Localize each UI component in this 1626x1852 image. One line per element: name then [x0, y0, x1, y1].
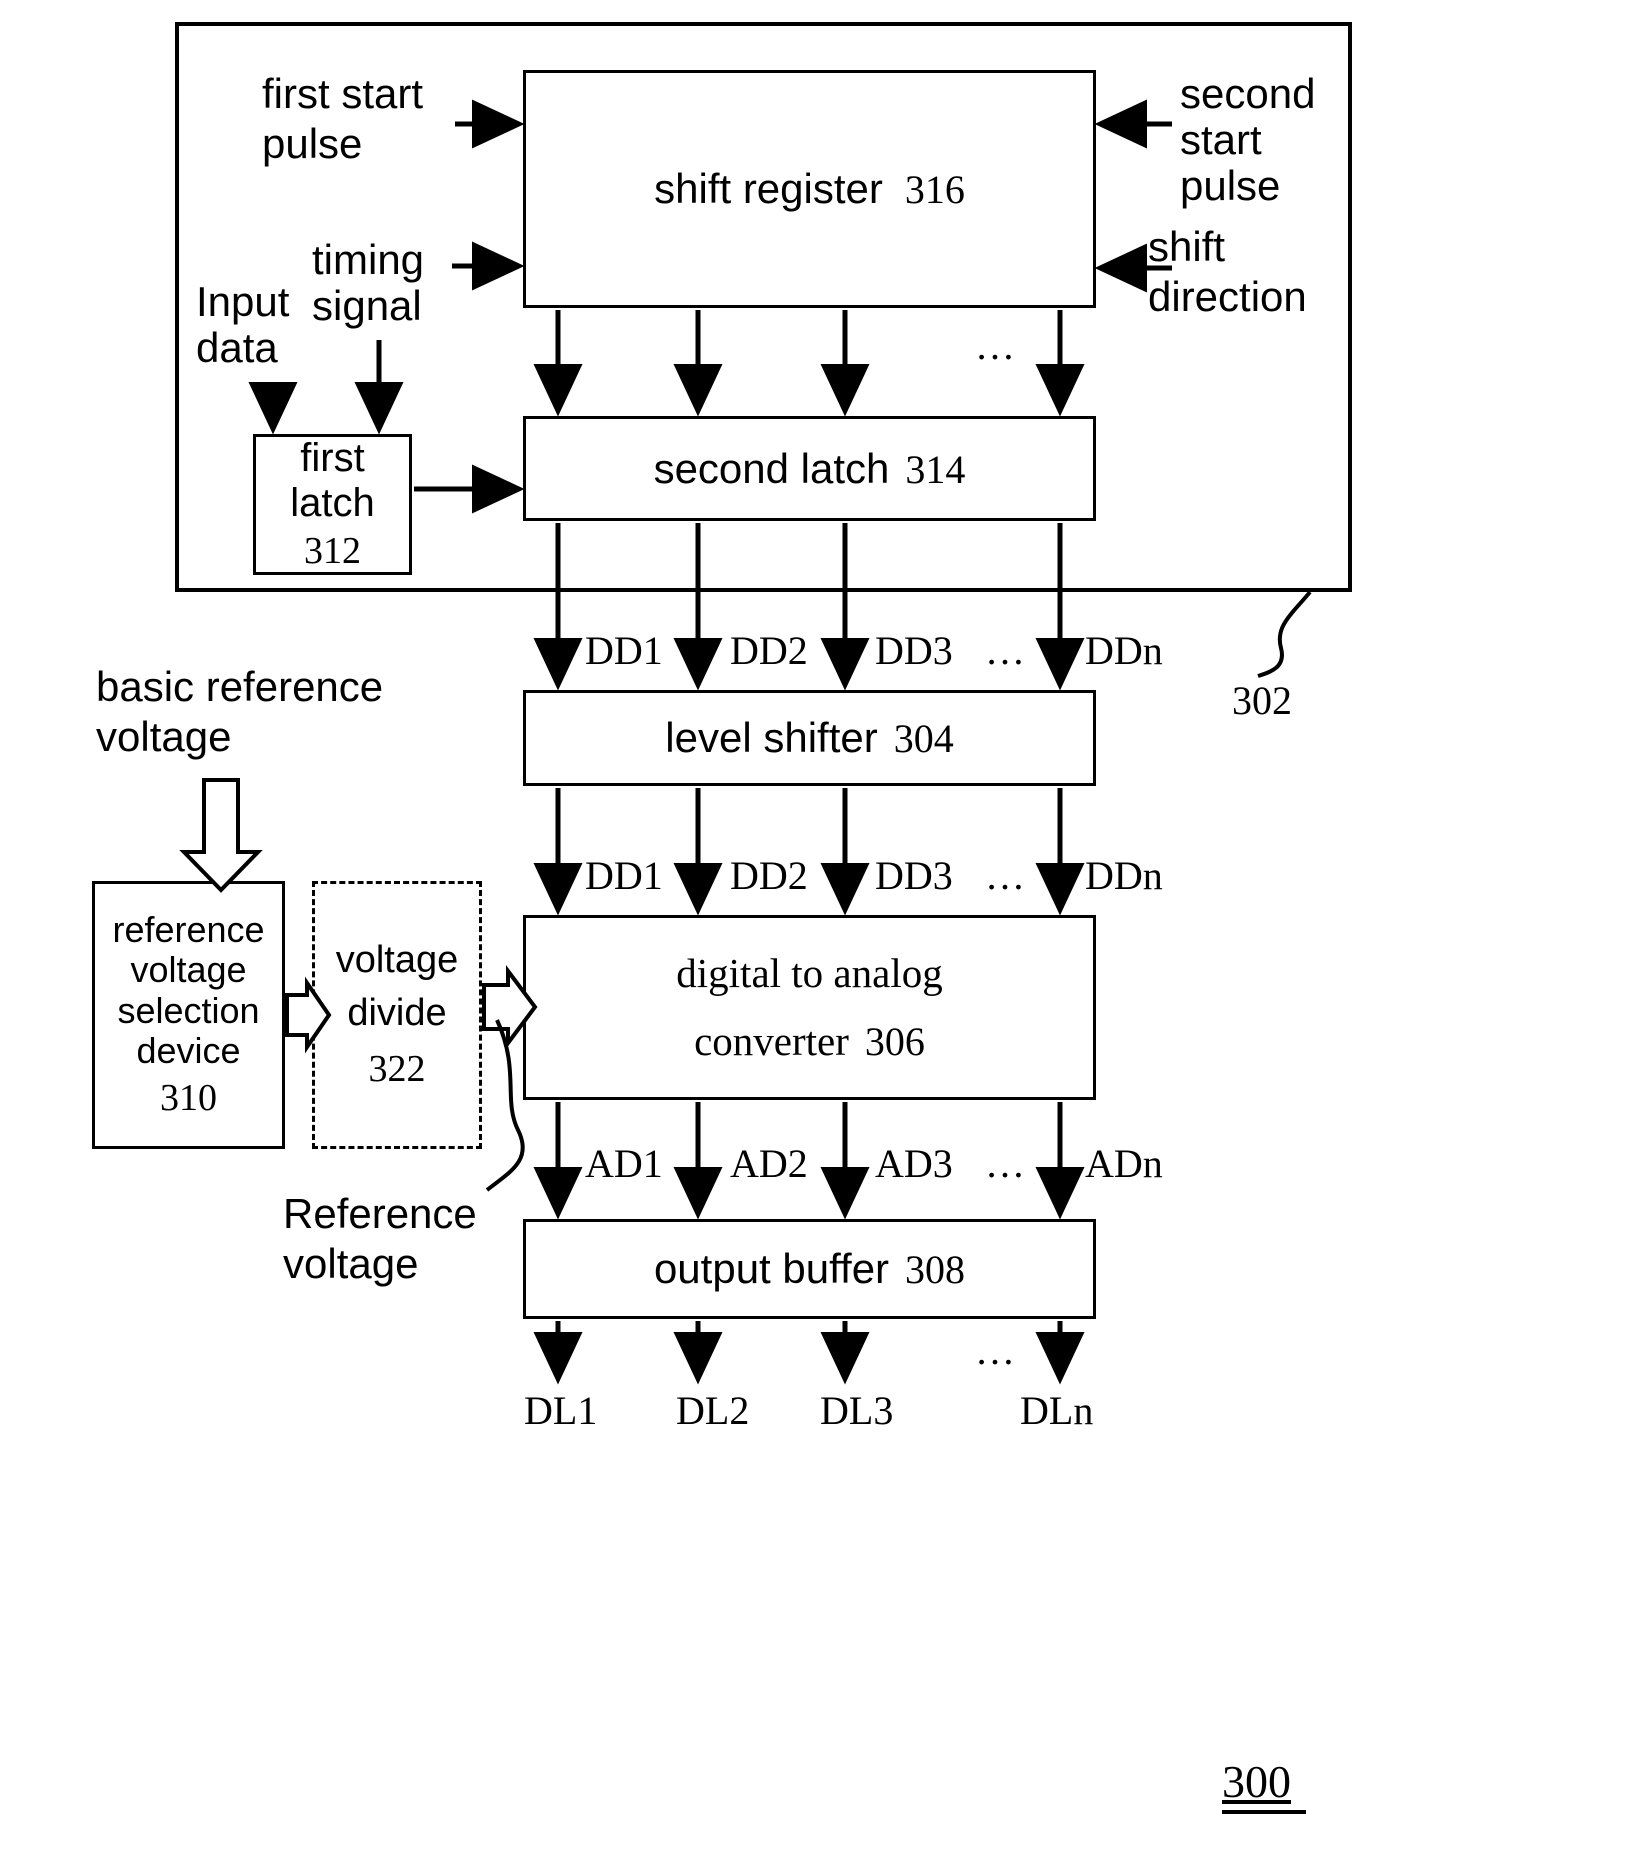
block-shift-register-label: shift register 316: [654, 165, 965, 213]
block-reference-voltage-selection-device[interactable]: reference voltage selection device 310: [92, 881, 285, 1149]
bus-label-dl1: DL1: [524, 1388, 598, 1433]
label-basic-reference-voltage: basic reference voltage: [96, 663, 384, 761]
callout-leader-reference-voltage: [485, 1019, 525, 1192]
bus-label-ellipsis-dd-a: …: [985, 628, 1025, 673]
block-second-latch[interactable]: second latch 314: [523, 416, 1096, 521]
block-rvsd-line4: device: [136, 1030, 241, 1072]
block-rvsd-line1: reference: [112, 909, 265, 951]
bus-label-ad2: AD2: [730, 1141, 808, 1186]
block-rvsd-line3: selection: [117, 989, 260, 1031]
block-voltage-divide[interactable]: voltage divide 322: [312, 881, 482, 1149]
label-timing-signal: timing signal: [312, 236, 425, 330]
block-voltage-divide-line2: divide: [347, 991, 447, 1034]
block-first-latch-line1: first: [300, 436, 365, 481]
label-first-start-pulse: first start pulse: [262, 70, 424, 168]
block-voltage-divide-ref: 322: [368, 1048, 426, 1091]
label-shift-direction: shift direction: [1148, 223, 1307, 321]
ref-number-302: 302: [1232, 678, 1292, 723]
block-level-shifter[interactable]: level shifter 304: [523, 690, 1096, 786]
bus-label-dln: DLn: [1020, 1388, 1094, 1433]
block-shift-register[interactable]: shift register 316: [523, 70, 1096, 308]
ellipsis-output-buffer-outputs: …: [975, 1328, 1015, 1373]
bus-label-dd1-a: DD1: [585, 628, 663, 673]
block-dac-line1: digital to analog: [676, 949, 943, 996]
bus-label-ddn-a: DDn: [1085, 628, 1163, 673]
hollow-arrow-basic-reference-voltage: [179, 778, 263, 893]
figure-number-300: 300: [1222, 1756, 1291, 1807]
patent-figure-300: shift register 316 first latch 312 second…: [0, 0, 1626, 1852]
label-input-data: Input data: [196, 278, 290, 372]
block-first-latch[interactable]: first latch 312: [253, 434, 412, 575]
block-first-latch-line2: latch: [290, 481, 375, 526]
bus-label-ellipsis-ad: …: [985, 1141, 1025, 1186]
bus-label-ad1: AD1: [585, 1141, 663, 1186]
bus-label-adn: ADn: [1085, 1141, 1163, 1186]
label-reference-voltage-callout: Reference voltage: [283, 1190, 477, 1288]
label-second-start-pulse: second start pulse: [1180, 70, 1316, 210]
block-first-latch-ref: 312: [304, 530, 361, 573]
ellipsis-shift-register-outputs: …: [975, 323, 1015, 368]
bus-label-dd3-a: DD3: [875, 628, 953, 673]
block-second-latch-label: second latch 314: [653, 444, 966, 492]
callout-leader-302: [1257, 590, 1312, 678]
block-digital-to-analog-converter[interactable]: digital to analog converter 306: [523, 915, 1096, 1100]
bus-label-dl3: DL3: [820, 1388, 894, 1433]
bus-label-ellipsis-dd-b: …: [985, 853, 1025, 898]
block-rvsd-ref: 310: [160, 1077, 217, 1120]
bus-label-ad3: AD3: [875, 1141, 953, 1186]
bus-label-ddn-b: DDn: [1085, 853, 1163, 898]
block-output-buffer-label: output buffer 308: [653, 1245, 966, 1293]
bus-label-dd2-a: DD2: [730, 628, 808, 673]
bus-label-dd1-b: DD1: [585, 853, 663, 898]
block-dac-line2: converter 306: [694, 1017, 925, 1064]
block-voltage-divide-line1: voltage: [335, 939, 459, 982]
bus-label-dd2-b: DD2: [730, 853, 808, 898]
block-level-shifter-label: level shifter 304: [665, 714, 954, 762]
block-rvsd-line2: voltage: [130, 949, 247, 991]
bus-label-dl2: DL2: [676, 1388, 750, 1433]
bus-label-dd3-b: DD3: [875, 853, 953, 898]
block-output-buffer[interactable]: output buffer 308: [523, 1219, 1096, 1319]
